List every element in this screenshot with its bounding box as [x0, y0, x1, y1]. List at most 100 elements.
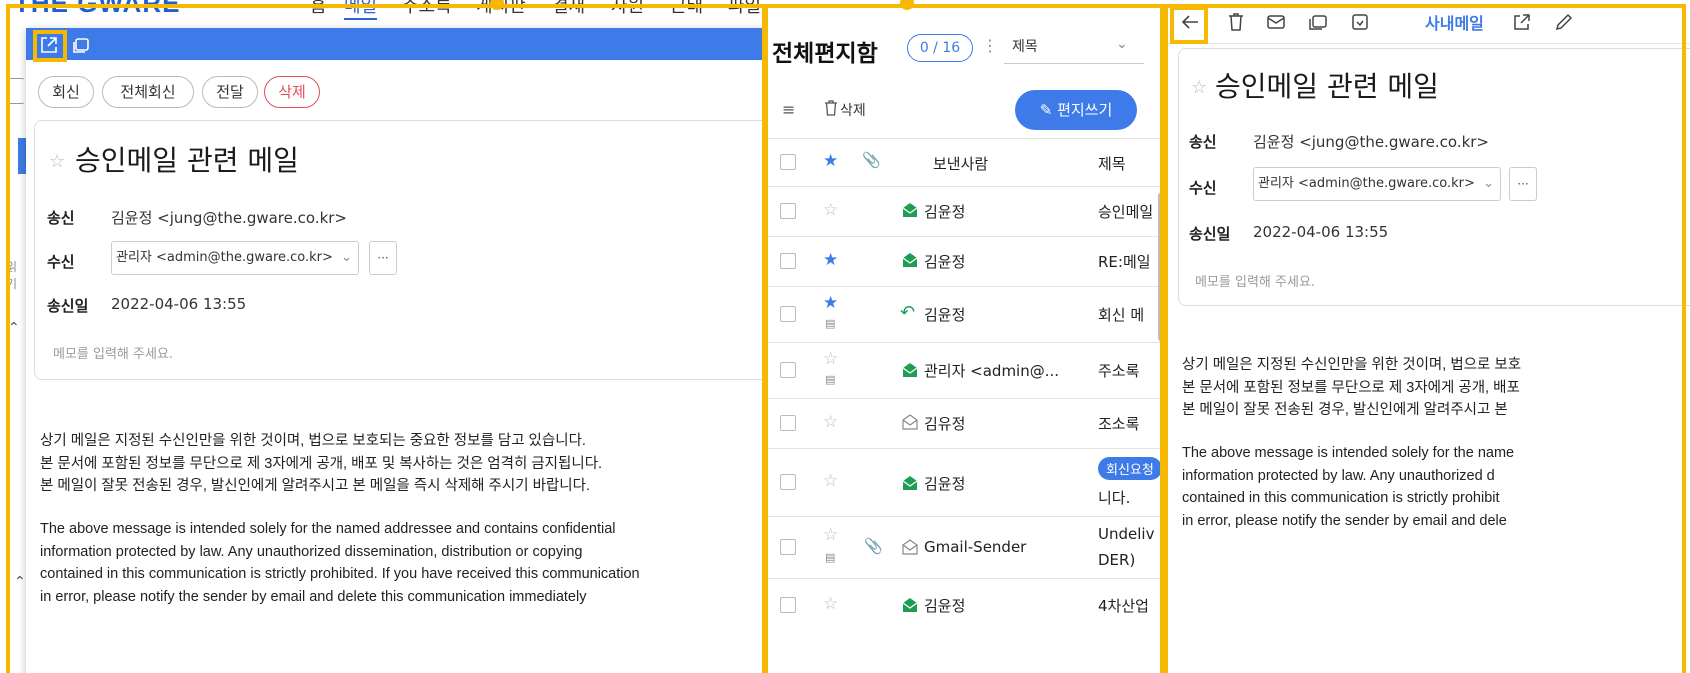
mail-popup-window: 회신 전체회신 전달 삭제 ☆ 승인메일 관련 메일 송신 김윤정 <jung@… [26, 28, 824, 673]
recipient-select[interactable]: 관리자 <admin@the.gware.co.kr> ⌄ [1253, 167, 1501, 201]
row-subject: 니다. [1098, 489, 1131, 507]
star-icon[interactable]: ☆ [823, 594, 838, 614]
trash-icon[interactable] [824, 100, 838, 116]
attachment-filter-icon[interactable]: 📎 [862, 151, 881, 169]
column-header-subject[interactable]: 제목 [1098, 153, 1126, 174]
nav-item-home[interactable]: 홈 [310, 0, 327, 18]
envelope-open-outline-icon [902, 414, 918, 430]
popup-titlebar [26, 28, 824, 60]
from-label: 송신 [1189, 133, 1217, 151]
folder-move-icon[interactable] [1306, 10, 1330, 34]
row-checkbox[interactable] [780, 597, 796, 613]
row-subject: 승인메일 [1098, 203, 1154, 221]
trash-icon[interactable] [1224, 10, 1248, 34]
mail-body-english: The above message is intended solely for… [40, 521, 640, 605]
nav-item-mail[interactable]: 메일 [344, 0, 378, 20]
sidebar-home-icon[interactable] [8, 78, 24, 104]
sort-select-value: 제목 [1012, 39, 1038, 55]
forward-button[interactable]: 전달 [202, 76, 258, 108]
reader-subject: 승인메일 관련 메일 [1215, 70, 1439, 103]
date-value: 2022-04-06 13:55 [111, 295, 247, 313]
reply-arrow-icon: ↶ [900, 302, 916, 323]
nav-item-attendance[interactable]: 근태 [670, 0, 703, 18]
star-filled-icon[interactable]: ★ [823, 293, 838, 313]
memo-icon: ▤ [825, 317, 836, 330]
row-checkbox[interactable] [780, 253, 796, 269]
star-icon[interactable]: ☆ [823, 412, 838, 432]
memo-input[interactable]: 메모를 입력해 주세요. [53, 343, 173, 362]
envelope-icon[interactable] [1264, 10, 1288, 34]
row-checkbox[interactable] [780, 362, 796, 378]
reply-button[interactable]: 회신 [38, 76, 94, 108]
select-mode-icon[interactable]: ≡ [782, 100, 795, 119]
delete-button[interactable]: 삭제 [264, 76, 320, 108]
column-header-sender[interactable]: 보낸사람 [933, 153, 988, 174]
star-icon[interactable]: ☆ [823, 349, 838, 369]
recipient-value: 관리자 <admin@the.gware.co.kr> [1258, 176, 1475, 191]
mail-body-korean: 상기 메일은 지정된 수신인만을 위한 것이며, 법으로 보호되는 중요한 정보… [40, 433, 603, 494]
list-item[interactable]: ☆ ▤ 📎 Gmail-Sender Undeliv DER) [768, 516, 1168, 578]
row-checkbox[interactable] [780, 306, 796, 322]
list-item[interactable]: ★ 김윤정 RE:메일 [768, 236, 1168, 286]
edit-pencil-icon[interactable] [1552, 10, 1576, 34]
star-filter-icon[interactable]: ★ [823, 151, 838, 171]
from-value[interactable]: 김윤정 <jung@the.gware.co.kr> [111, 207, 347, 228]
chevron-down-icon: ⌄ [1483, 176, 1494, 191]
list-item[interactable]: ☆ 김윤정 회신요청 니다. [768, 448, 1168, 516]
recipient-select[interactable]: 관리자 <admin@the.gware.co.kr> ⌄ [111, 241, 359, 275]
row-checkbox[interactable] [780, 474, 796, 490]
chevron-down-icon: ⌄ [1116, 36, 1128, 52]
envelope-open-filled-icon [902, 475, 918, 491]
list-item[interactable]: ☆ 김윤정 4차산업 [768, 578, 1168, 634]
list-scrollbar[interactable] [1158, 192, 1166, 342]
from-value[interactable]: 김윤정 <jung@the.gware.co.kr> [1253, 131, 1489, 152]
sidebar-collapse-icon[interactable]: ⌃ [8, 320, 20, 336]
memo-input[interactable]: 메모를 입력해 주세요. [1195, 271, 1315, 290]
mail-reader-pane: 사내메일 ☆ 승인메일 관련 메일 송신 김윤정 <jung@the.gware… [1168, 0, 1690, 673]
sidebar-collapse-icon-2[interactable]: ⌃ [14, 574, 26, 590]
sidebar-compose-button[interactable] [18, 138, 26, 174]
star-icon[interactable]: ☆ [823, 525, 838, 545]
list-item[interactable]: ★ ▤ ↶ 김윤정 회신 메 [768, 286, 1168, 342]
delete-action-label[interactable]: 삭제 [840, 100, 866, 120]
list-item[interactable]: ☆ 김윤정 승인메일 [768, 186, 1168, 236]
nav-item-files[interactable]: 파일 [728, 0, 761, 18]
more-recipients-button[interactable]: ··· [369, 241, 397, 275]
star-icon[interactable]: ☆ [49, 151, 65, 172]
compose-label: 편지쓰기 [1057, 101, 1113, 119]
list-item[interactable]: ☆ 김유정 조소록 [768, 398, 1168, 448]
app-logo[interactable]: THE GWARE [14, 0, 180, 19]
row-checkbox[interactable] [780, 415, 796, 431]
back-arrow-icon[interactable] [1178, 10, 1202, 34]
date-label: 송신일 [1189, 225, 1231, 243]
company-mail-button[interactable]: 사내메일 [1425, 10, 1484, 34]
star-icon[interactable]: ☆ [1191, 77, 1207, 98]
envelope-open-filled-icon [902, 202, 918, 218]
reader-header-card: ☆ 승인메일 관련 메일 송신 김윤정 <jung@the.gware.co.k… [1178, 48, 1690, 306]
reply-all-button[interactable]: 전체회신 [102, 76, 194, 108]
more-recipients-button[interactable]: ··· [1509, 167, 1537, 201]
top-navigation: THE GWARE 홈 메일 주소록 게시판 결재 자원 근태 파일 [0, 0, 830, 24]
nav-item-approval[interactable]: 결재 [552, 0, 585, 18]
restore-window-icon[interactable] [70, 34, 92, 56]
open-new-window-icon[interactable] [38, 34, 60, 56]
nav-item-resource[interactable]: 자원 [611, 0, 644, 18]
star-filled-icon[interactable]: ★ [823, 250, 838, 270]
sort-select[interactable]: 제목 ⌄ [1004, 32, 1144, 64]
row-sender: 김윤정 [924, 253, 966, 271]
checkbox-mark-icon[interactable] [1348, 10, 1372, 34]
nav-item-contacts[interactable]: 주소록 [402, 0, 452, 18]
share-icon[interactable] [1510, 10, 1534, 34]
row-checkbox[interactable] [780, 539, 796, 555]
pencil-icon: ✎ [1039, 101, 1058, 119]
row-checkbox[interactable] [780, 203, 796, 219]
list-item[interactable]: ☆ ▤ 관리자 <admin@... 주소록 [768, 342, 1168, 398]
to-label: 수신 [47, 253, 75, 271]
chevron-down-icon: ⌄ [341, 250, 352, 265]
list-header-row: ★ 📎 보낸사람 제목 [768, 138, 1168, 186]
select-all-checkbox[interactable] [780, 154, 796, 170]
compose-button[interactable]: ✎ 편지쓰기 [1015, 90, 1137, 130]
more-vertical-icon[interactable]: ⋮ [982, 36, 998, 55]
star-icon[interactable]: ☆ [823, 471, 838, 491]
star-icon[interactable]: ☆ [823, 200, 838, 220]
